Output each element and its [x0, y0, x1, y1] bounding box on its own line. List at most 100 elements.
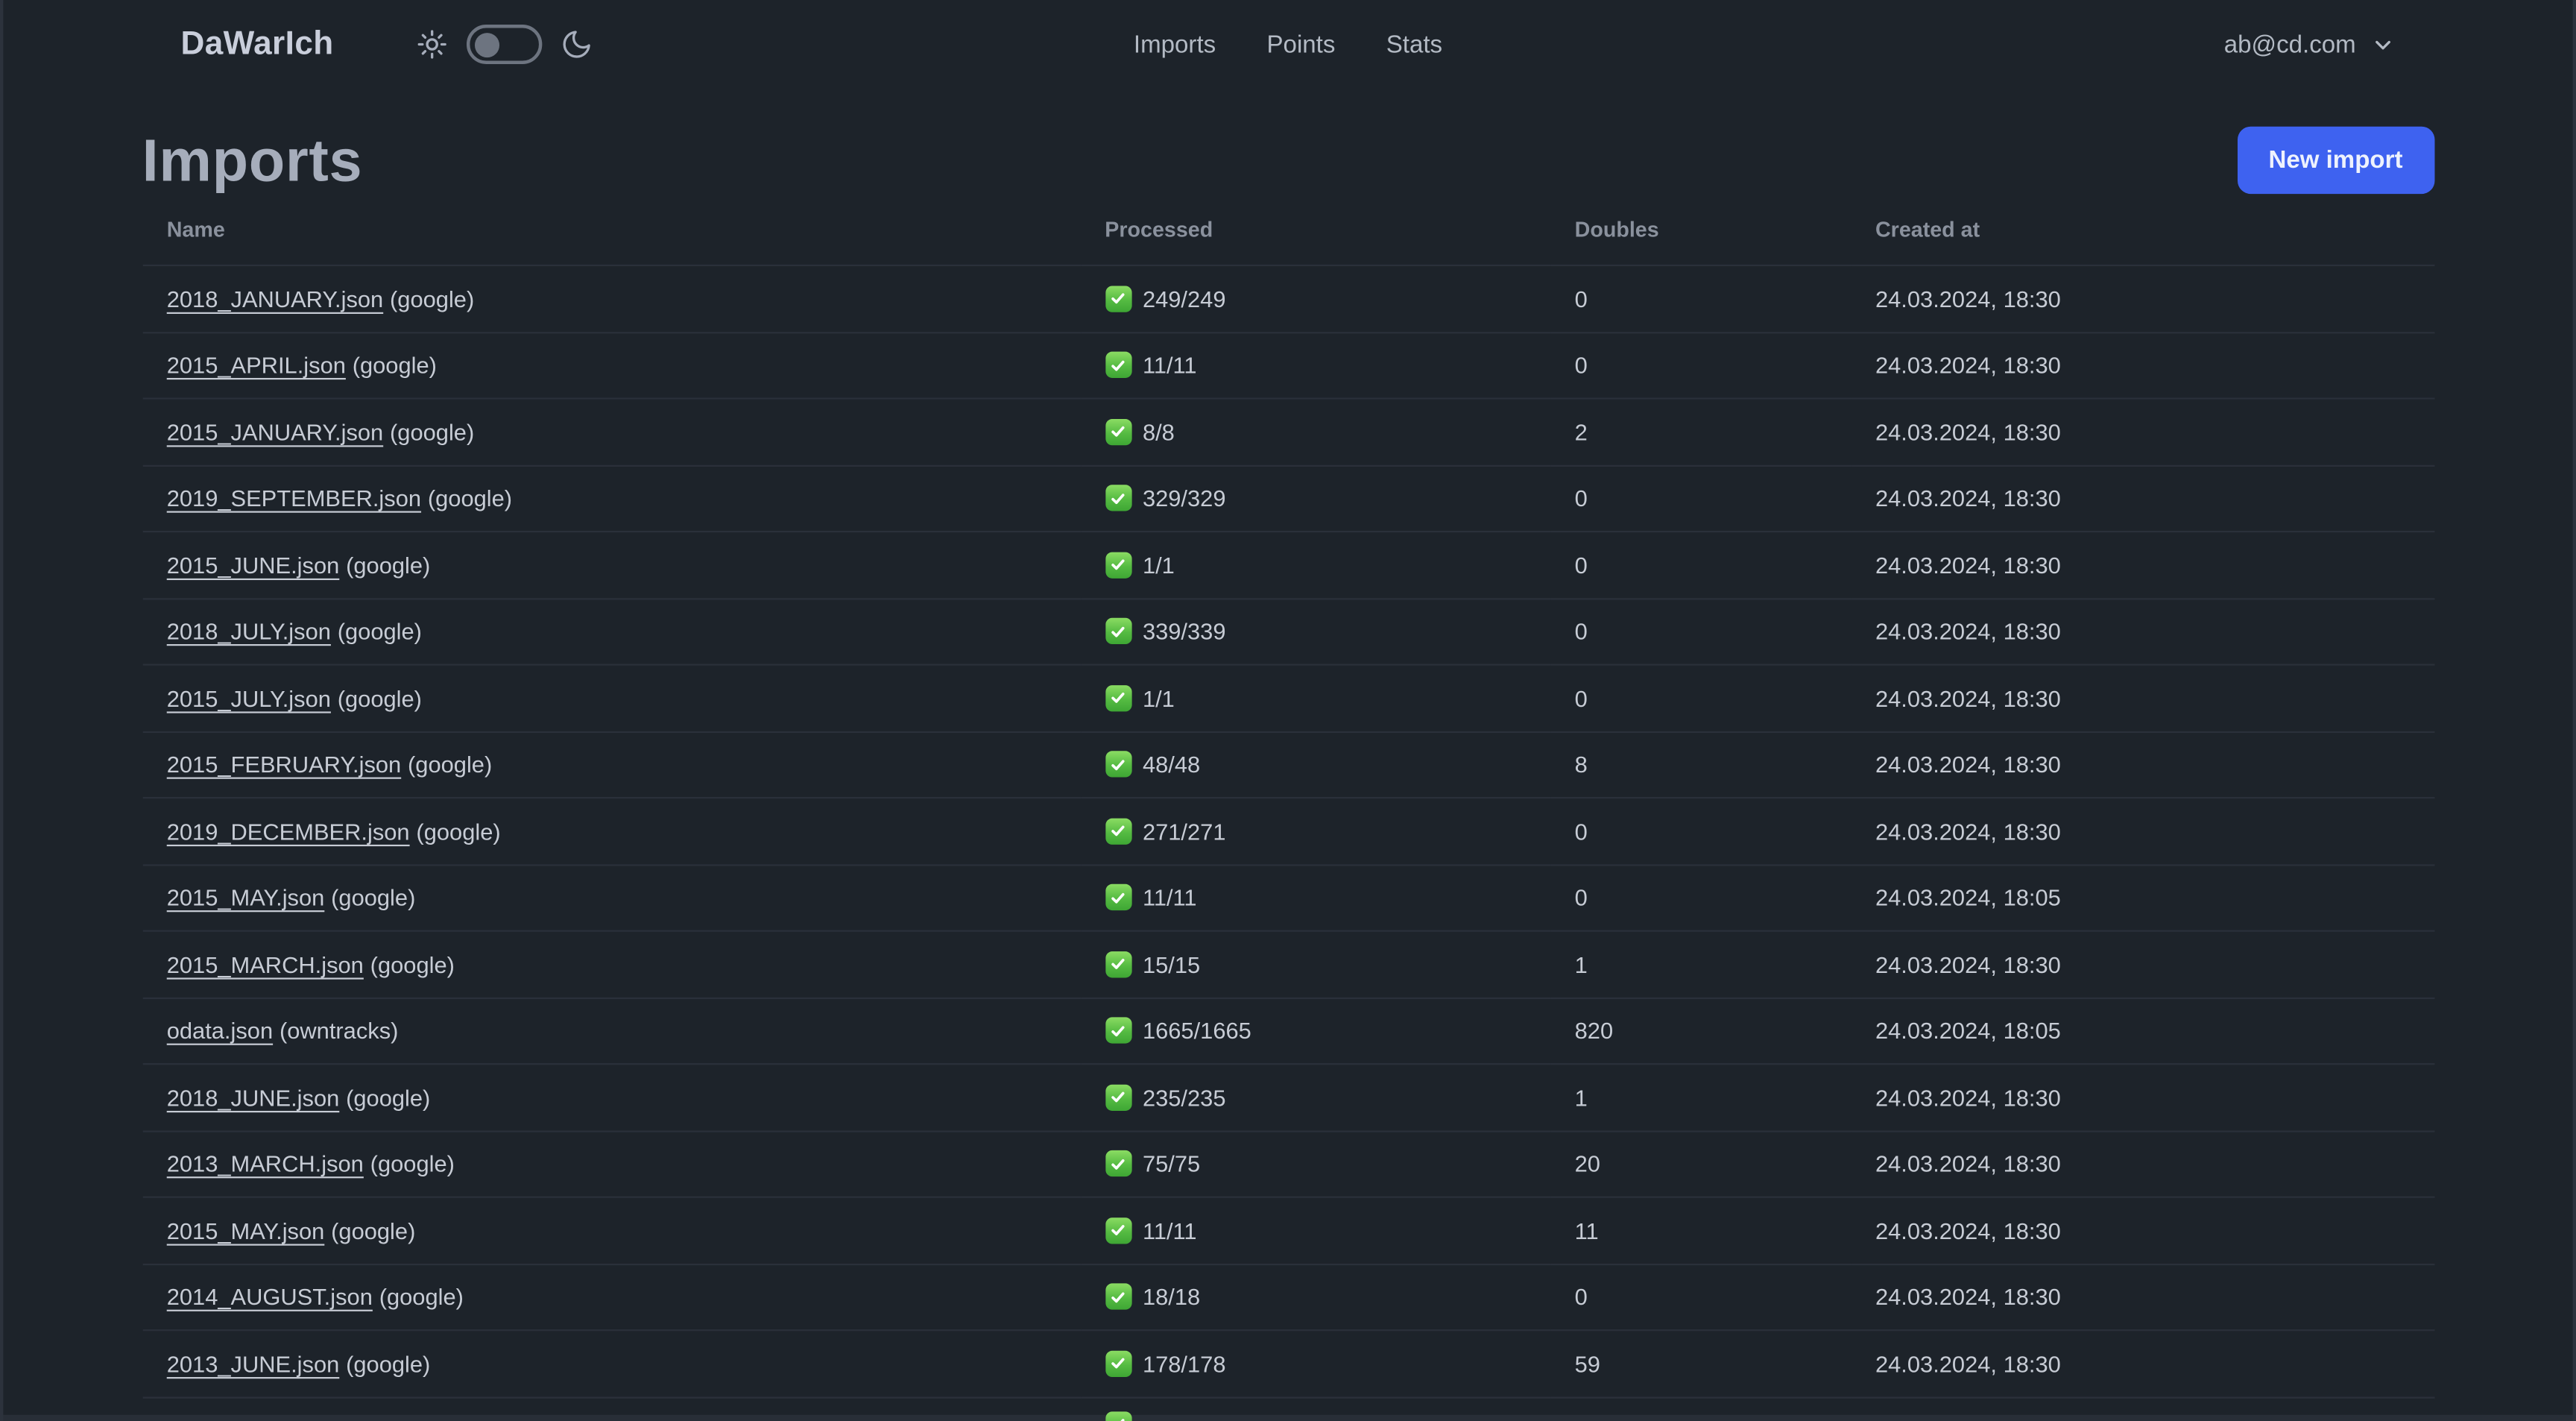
- main-nav: Imports Points Stats: [1134, 0, 1442, 89]
- doubles-count: 0: [1550, 265, 1851, 333]
- processed-count: 18/18: [1142, 1283, 1201, 1311]
- check-mark-icon: [1105, 1350, 1131, 1377]
- created-at: 24.03.2024, 18:30: [1850, 664, 2434, 732]
- created-at: 24.03.2024, 18:30: [1850, 1263, 2434, 1332]
- table-row: 2015_JANUARY.json (google) 8/8 2 24.03.20…: [142, 398, 2434, 466]
- import-file-link[interactable]: 2015_JULY.json: [167, 685, 331, 711]
- check-mark-icon: [1105, 884, 1131, 911]
- import-file-link[interactable]: 2015_MAY.json: [167, 884, 325, 910]
- created-at: 24.03.2024, 18:30: [1850, 731, 2434, 799]
- check-mark-icon: [1105, 618, 1131, 645]
- check-mark-icon: [1105, 352, 1131, 379]
- user-email: ab@cd.com: [2223, 30, 2356, 59]
- column-header-name: Name: [142, 194, 1081, 267]
- import-source-label: (google): [416, 818, 501, 845]
- doubles-count: 0: [1550, 332, 1851, 400]
- sun-icon: [416, 28, 449, 60]
- created-at: 24.03.2024, 18:30: [1850, 1197, 2434, 1265]
- doubles-count: 0: [1550, 864, 1851, 932]
- check-mark-icon: [1105, 1084, 1131, 1111]
- import-source-label: (google): [379, 1283, 464, 1311]
- doubles-count: 8: [1550, 731, 1851, 799]
- column-header-doubles: Doubles: [1550, 194, 1851, 267]
- created-at: 24.03.2024, 18:30: [1850, 598, 2434, 666]
- new-import-button[interactable]: New import: [2237, 126, 2434, 195]
- doubles-count: 0: [1550, 798, 1851, 866]
- created-at: 24.03.2024, 18:05: [1850, 864, 2434, 932]
- import-file-link[interactable]: 2015_JUNE.json: [167, 552, 340, 578]
- import-source-label: (google): [352, 352, 437, 379]
- doubles-count: 0: [1550, 532, 1851, 599]
- import-file-link[interactable]: 2019_DECEMBER.json: [167, 818, 410, 844]
- table-row: 2015_JULY.json (google) 1/1 0 24.03.2024,…: [142, 664, 2434, 732]
- processed-count: 8/8: [1142, 418, 1175, 445]
- import-file-link[interactable]: 2018_JUNE.json: [167, 1084, 340, 1110]
- nav-link-points[interactable]: Points: [1266, 31, 1335, 58]
- doubles-count: 0: [1550, 1263, 1851, 1332]
- import-file-link[interactable]: odata.json: [167, 1018, 273, 1044]
- created-at: 24.03.2024, 18:30: [1850, 532, 2434, 599]
- page-title: Imports: [142, 126, 363, 195]
- import-source-label: (google): [427, 485, 513, 512]
- import-file-link[interactable]: 2013_JUNE.json: [167, 1350, 340, 1376]
- import-file-link[interactable]: 2013_MARCH.json: [167, 1150, 364, 1176]
- import-file-link[interactable]: 2014_AUGUST.json: [167, 1284, 373, 1310]
- created-at: 24.03.2024, 18:05: [1850, 997, 2434, 1065]
- check-mark-icon: [1105, 552, 1131, 579]
- doubles-count: 11: [1550, 1197, 1851, 1265]
- import-source-label: (google): [346, 552, 431, 579]
- navbar: DaWarIch Imports Points Stats ab@cd.com: [0, 0, 2576, 89]
- processed-count: 1665/1665: [1142, 1017, 1251, 1045]
- app-window: DaWarIch Imports Points Stats ab@cd.com …: [0, 0, 2576, 1421]
- processed-count: 271/271: [1142, 818, 1226, 845]
- import-file-link[interactable]: 2015_JANUARY.json: [167, 418, 383, 444]
- processed-count: 11/11: [1142, 352, 1197, 379]
- import-source-label: (google): [390, 418, 475, 445]
- import-file-link[interactable]: 2015_APRIL.json: [167, 352, 346, 378]
- navbar-left: DaWarIch: [180, 0, 593, 89]
- table-row: 2013_MARCH.json (google) 75/75 20 24.03.2…: [142, 1130, 2434, 1198]
- nav-link-stats[interactable]: Stats: [1386, 31, 1442, 58]
- check-mark-icon: [1105, 1217, 1131, 1244]
- import-file-link[interactable]: 2015_MAY.json: [167, 1217, 325, 1244]
- import-file-link[interactable]: 2018_JULY.json: [167, 618, 331, 644]
- processed-count: 329/329: [1142, 485, 1226, 512]
- table-row: 2015_MAY.json (google) 11/11 0 24.03.2024…: [142, 864, 2434, 932]
- doubles-count: 1: [1550, 930, 1851, 998]
- doubles-count: 0: [1550, 464, 1851, 533]
- check-mark-icon: [1105, 1411, 1131, 1421]
- import-file-link[interactable]: 2015_MARCH.json: [167, 951, 364, 977]
- created-at: 24.03.2024, 18:30: [1850, 332, 2434, 400]
- doubles-count: 59: [1550, 1330, 1851, 1398]
- nav-link-imports[interactable]: Imports: [1134, 31, 1216, 58]
- processed-count: 11/11: [1142, 1217, 1197, 1244]
- table-row: 2018_JUNE.json (google) 235/235 1 24.03.2…: [142, 1064, 2434, 1132]
- brand-logo[interactable]: DaWarIch: [180, 25, 333, 63]
- processed-count: 15/15: [1142, 951, 1201, 977]
- doubles-count: 1: [1550, 1064, 1851, 1132]
- doubles-count: 20: [1550, 1130, 1851, 1198]
- import-source-label: (google): [408, 751, 493, 778]
- import-source-label: (google): [346, 1084, 431, 1111]
- theme-switch-knob: [475, 31, 500, 57]
- check-mark-icon: [1105, 285, 1131, 312]
- import-source-label: (google): [331, 1217, 416, 1244]
- processed-count: 1/1: [1142, 552, 1175, 579]
- table-row: 2013_JUNE.json (google) 178/178 59 24.03.…: [142, 1330, 2434, 1398]
- import-source-label: (google): [346, 1350, 431, 1377]
- user-menu[interactable]: ab@cd.com: [2224, 0, 2396, 89]
- theme-toggle[interactable]: [416, 25, 593, 64]
- table-row: 2015_JUNE.json (google) 1/1 0 24.03.2024,…: [142, 532, 2434, 599]
- created-at: 24.03.2024, 18:30: [1850, 1130, 2434, 1198]
- imports-table: Name Processed Doubles Created at 2018_J…: [142, 194, 2434, 1421]
- theme-switch[interactable]: [467, 25, 543, 64]
- page-header: Imports New import: [142, 126, 2434, 195]
- check-mark-icon: [1105, 1150, 1131, 1177]
- import-file-link[interactable]: 2018_JANUARY.json: [167, 286, 383, 312]
- check-mark-icon: [1105, 751, 1131, 778]
- import-source-label: (google): [337, 684, 422, 711]
- import-file-link[interactable]: 2015_FEBRUARY.json: [167, 752, 401, 778]
- column-header-created-at: Created at: [1850, 194, 2434, 267]
- imports-table-partial: [142, 1396, 2434, 1421]
- import-file-link[interactable]: 2019_SEPTEMBER.json: [167, 485, 421, 511]
